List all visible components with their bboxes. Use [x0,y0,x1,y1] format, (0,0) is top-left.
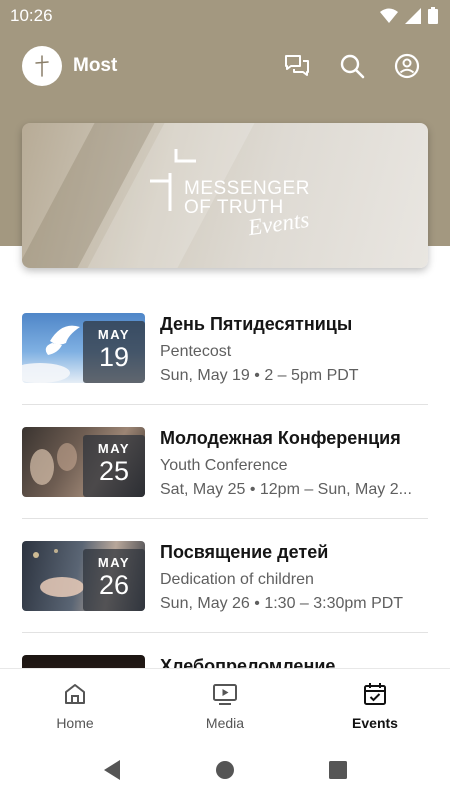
divider [22,404,428,405]
app-title: Most [73,55,118,76]
status-bar: 10:26 [0,0,450,32]
event-month: MAY [97,441,131,456]
event-datetime: Sun, May 26 • 1:30 – 3:30pm PDT [160,595,404,612]
event-date-badge: MAY 19 [83,321,145,383]
divider [22,518,428,519]
event-day: 19 [98,342,130,372]
status-time: 10:26 [10,6,53,25]
event-thumbnail: MAY 26 [22,541,145,611]
event-month: MAY [97,555,131,570]
nav-home[interactable]: Home [20,681,130,731]
event-title: Молодежная Конференция [160,428,401,448]
event-datetime: Sun, May 19 • 2 – 5pm PDT [160,367,359,384]
system-navigation-bar [0,740,450,800]
event-subtitle: Pentecost [160,343,232,360]
bottom-navigation: Home Media Events [0,668,450,740]
event-title: Посвящение детей [160,542,329,562]
media-icon [213,684,237,705]
account-button[interactable] [393,52,421,80]
divider [22,632,428,633]
back-icon[interactable] [102,759,122,781]
home-icon [65,684,85,704]
event-month: MAY [97,327,131,342]
calendar-icon [364,683,386,705]
event-subtitle: Youth Conference [160,457,288,474]
messages-button[interactable] [283,52,311,80]
status-icons [380,7,438,24]
event-date-badge: MAY 25 [83,435,145,497]
event-item[interactable]: MAY 26 Посвящение детей Dedication of ch… [22,528,428,642]
event-item[interactable]: MAY 19 День Пятидесятницы Pentecost Sun,… [22,300,428,414]
wifi-icon [380,8,398,23]
event-day: 25 [98,456,130,486]
event-title: День Пятидесятницы [160,314,353,334]
event-date-badge: MAY 26 [83,549,145,611]
search-button[interactable] [338,52,366,80]
account-icon [394,53,420,79]
nav-label: Media [205,715,245,731]
event-item[interactable]: MAY 25 Молодежная Конференция Youth Conf… [22,414,428,528]
event-thumbnail: MAY 25 [22,427,145,497]
nav-events[interactable]: Events [320,681,430,731]
battery-icon [428,7,438,24]
youth-group-image [30,443,77,485]
recents-icon[interactable] [329,761,347,779]
event-thumbnail: MAY 19 [22,313,145,383]
search-icon [340,54,365,79]
church-logo[interactable] [22,46,62,86]
nav-label: Events [352,715,398,731]
event-datetime: Sat, May 25 • 12pm – Sun, May 2... [160,481,412,498]
nav-label: Home [56,715,94,731]
event-day: 26 [98,570,130,600]
baby-feet-image [33,549,84,597]
home-circle-icon[interactable] [215,760,235,780]
cross-logo-icon [35,55,49,77]
dove-image [22,325,80,383]
nav-media[interactable]: Media [170,681,280,731]
chat-icon [285,55,309,76]
event-subtitle: Dedication of children [160,571,314,588]
events-banner: MESSENGER OF TRUTH Events [22,123,428,268]
app-bar: Most [0,44,450,88]
cellular-icon [405,7,421,24]
